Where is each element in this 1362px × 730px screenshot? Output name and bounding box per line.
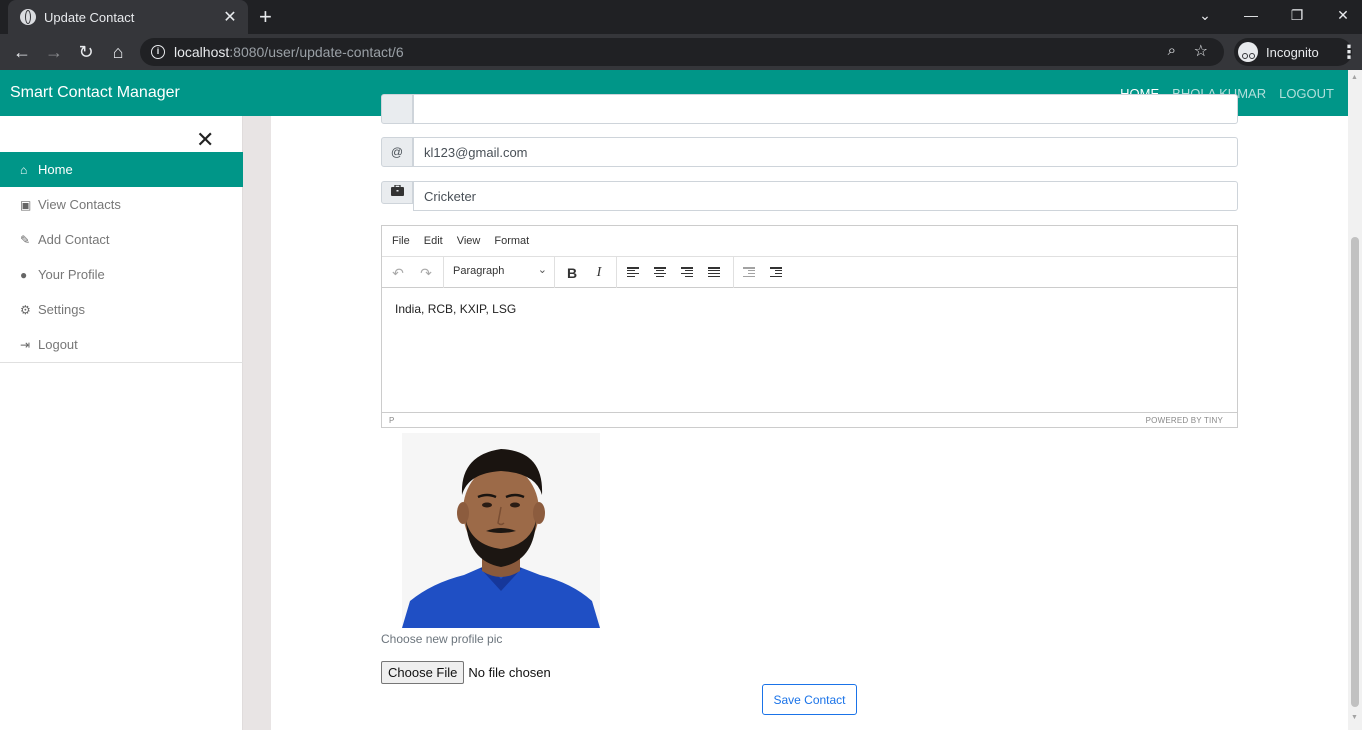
- sidebar-item-label: Add Contact: [38, 232, 110, 247]
- sidebar-item-label: Your Profile: [38, 267, 105, 282]
- sidebar-menu: ⌂ Home ▣ View Contacts ✎ Add Contact ● Y…: [0, 152, 243, 363]
- tab-search-icon[interactable]: ⌄: [1182, 0, 1228, 30]
- sidebar-item-home[interactable]: ⌂ Home: [0, 152, 243, 187]
- outdent-icon[interactable]: [743, 267, 755, 278]
- email-field: @: [381, 137, 1238, 167]
- scroll-down-arrow[interactable]: ▼: [1351, 714, 1358, 721]
- profile-photo-drawing: [402, 433, 600, 628]
- sidebar-item-label: Logout: [38, 337, 78, 352]
- sidebar-item-label: View Contacts: [38, 197, 121, 212]
- incognito-label: Incognito: [1266, 44, 1319, 60]
- editor-menu-view[interactable]: View: [457, 235, 481, 247]
- phone-addon: [381, 94, 413, 124]
- sidebar-item-settings[interactable]: ⚙ Settings: [0, 292, 243, 327]
- italic-icon[interactable]: I: [589, 263, 609, 283]
- tab-title: Update Contact: [44, 9, 135, 25]
- sidebar-item-logout[interactable]: ⇥ Logout: [0, 327, 243, 362]
- chevron-down-icon: ⌄: [537, 264, 547, 276]
- back-icon[interactable]: ←: [10, 40, 34, 64]
- block-format-select[interactable]: Paragraph ⌄: [453, 264, 547, 277]
- address-bar[interactable]: i localhost:8080/user/update-contact/6 ⌕…: [140, 38, 1224, 66]
- description-editor: File Edit View Format ↶ ↷ Paragraph ⌄ B …: [381, 225, 1238, 428]
- reload-icon[interactable]: ↻: [74, 40, 98, 64]
- redo-icon[interactable]: ↷: [416, 263, 436, 283]
- incognito-icon: [1238, 42, 1258, 62]
- sidebar-item-view-contacts[interactable]: ▣ View Contacts: [0, 187, 243, 222]
- close-sidebar-icon[interactable]: ✕: [196, 129, 214, 151]
- editor-toolbar: ↶ ↷ Paragraph ⌄ B I: [382, 257, 1237, 288]
- page-scrollbar[interactable]: ▲ ▼: [1348, 70, 1362, 730]
- restore-button[interactable]: ❐: [1274, 0, 1320, 30]
- url-text: localhost:8080/user/update-contact/6: [174, 44, 404, 60]
- phone-input[interactable]: [413, 94, 1238, 124]
- zoom-icon[interactable]: ⌕: [1168, 42, 1176, 59]
- email-input[interactable]: [413, 137, 1238, 167]
- at-sign-icon: @: [381, 137, 413, 167]
- phone-field: [381, 94, 1238, 124]
- align-center-icon[interactable]: [654, 267, 666, 278]
- address-book-icon: ▣: [20, 197, 32, 212]
- choose-file-button[interactable]: Choose File: [381, 661, 465, 684]
- profile-pic-file-input: Choose File No file chosen: [381, 661, 551, 684]
- no-file-chosen-text: No file chosen: [468, 665, 551, 680]
- editor-menu-edit[interactable]: Edit: [424, 235, 443, 247]
- browser-tab-strip: Update Contact ✕ + ⌄ — ❐ ✕: [0, 0, 1362, 34]
- work-input[interactable]: [413, 181, 1238, 211]
- scroll-up-arrow[interactable]: ▲: [1351, 74, 1358, 81]
- close-tab-icon[interactable]: ✕: [222, 7, 238, 27]
- site-info-icon[interactable]: i: [151, 45, 165, 59]
- browser-menu-icon[interactable]: ⋮: [1340, 40, 1358, 64]
- element-path[interactable]: P: [389, 416, 394, 425]
- minimize-button[interactable]: —: [1228, 0, 1274, 30]
- work-field: [381, 181, 1238, 211]
- new-tab-button[interactable]: +: [259, 4, 272, 30]
- scrollbar-thumb[interactable]: [1351, 237, 1359, 707]
- align-justify-icon[interactable]: [708, 267, 720, 278]
- align-right-icon[interactable]: [681, 267, 693, 278]
- forward-icon[interactable]: →: [42, 40, 66, 64]
- home-icon: ⌂: [20, 162, 28, 177]
- editor-menubar: File Edit View Format: [382, 226, 1237, 257]
- editor-menu-format[interactable]: Format: [494, 235, 529, 247]
- block-format-value: Paragraph: [453, 265, 505, 277]
- nav-logout-link[interactable]: LOGOUT: [1279, 86, 1334, 101]
- editor-content[interactable]: India, RCB, KXIP, LSG: [382, 288, 1237, 412]
- bookmark-star-icon[interactable]: ☆: [1194, 41, 1208, 61]
- indent-icon[interactable]: [770, 267, 782, 278]
- contact-profile-image: [402, 433, 600, 628]
- sidebar-item-add-contact[interactable]: ✎ Add Contact: [0, 222, 243, 257]
- pencil-icon: ✎: [20, 232, 31, 247]
- bold-icon[interactable]: B: [562, 263, 582, 283]
- browser-tab[interactable]: Update Contact ✕: [8, 0, 248, 34]
- brand-title[interactable]: Smart Contact Manager: [10, 84, 180, 102]
- sidebar-item-label: Home: [38, 162, 73, 177]
- sidebar: ✕ ⌂ Home ▣ View Contacts ✎ Add Contact ●…: [0, 116, 243, 730]
- cogs-icon: ⚙: [20, 302, 31, 317]
- user-circle-icon: ●: [20, 267, 28, 282]
- close-window-button[interactable]: ✕: [1320, 0, 1362, 30]
- globe-icon: [20, 9, 36, 25]
- sidebar-item-label: Settings: [38, 302, 85, 317]
- browser-toolbar: ← → ↻ ⌂ i localhost:8080/user/update-con…: [0, 34, 1362, 70]
- sign-out-icon: ⇥: [20, 337, 31, 352]
- home-browser-icon[interactable]: ⌂: [106, 40, 130, 64]
- align-left-icon[interactable]: [627, 267, 639, 278]
- sidebar-item-your-profile[interactable]: ● Your Profile: [0, 257, 243, 292]
- editor-statusbar: P POWERED BY TINY: [382, 412, 1237, 427]
- powered-by-tiny-link[interactable]: POWERED BY TINY: [1146, 416, 1223, 425]
- incognito-badge[interactable]: Incognito: [1234, 38, 1352, 66]
- save-contact-button[interactable]: Save Contact: [762, 684, 857, 715]
- undo-icon[interactable]: ↶: [388, 263, 408, 283]
- new-profile-pic-label: Choose new profile pic: [381, 632, 503, 646]
- main-content: @ File Edit View Format ↶ ↷ Paragraph ⌄ …: [271, 94, 1348, 730]
- briefcase-icon: [381, 181, 413, 204]
- editor-menu-file[interactable]: File: [392, 235, 410, 247]
